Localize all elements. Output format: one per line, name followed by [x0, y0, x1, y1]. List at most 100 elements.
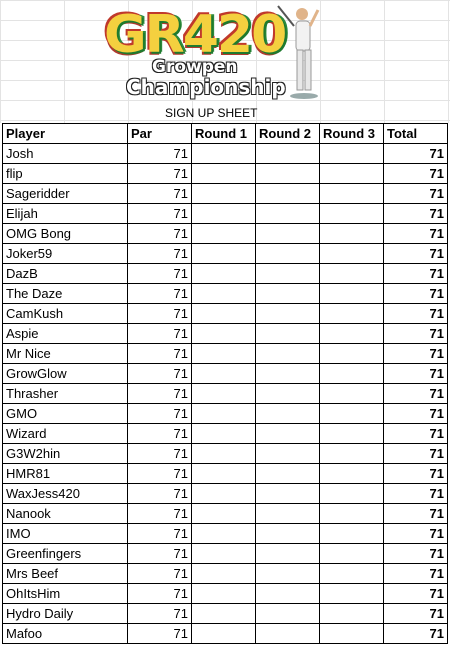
round-1-cell[interactable] — [191, 223, 256, 244]
round-3-cell[interactable] — [319, 583, 384, 604]
total-cell[interactable]: 71 — [383, 523, 448, 544]
total-cell[interactable]: 71 — [383, 183, 448, 204]
round-3-cell[interactable] — [319, 463, 384, 484]
round-3-cell[interactable] — [319, 243, 384, 264]
round-3-cell[interactable] — [319, 323, 384, 344]
player-cell[interactable]: G3W2hin — [2, 443, 128, 464]
round-2-cell[interactable] — [255, 543, 320, 564]
total-cell[interactable]: 71 — [383, 603, 448, 624]
par-cell[interactable]: 71 — [127, 543, 192, 564]
par-cell[interactable]: 71 — [127, 623, 192, 644]
par-cell[interactable]: 71 — [127, 223, 192, 244]
total-cell[interactable]: 71 — [383, 323, 448, 344]
player-cell[interactable]: OhItsHim — [2, 583, 128, 604]
round-1-cell[interactable] — [191, 323, 256, 344]
round-1-cell[interactable] — [191, 543, 256, 564]
par-cell[interactable]: 71 — [127, 323, 192, 344]
round-2-cell[interactable] — [255, 323, 320, 344]
round-1-cell[interactable] — [191, 183, 256, 204]
round-2-cell[interactable] — [255, 443, 320, 464]
total-cell[interactable]: 71 — [383, 203, 448, 224]
round-2-cell[interactable] — [255, 343, 320, 364]
round-3-cell[interactable] — [319, 363, 384, 384]
round-1-cell[interactable] — [191, 583, 256, 604]
total-cell[interactable]: 71 — [383, 343, 448, 364]
player-cell[interactable]: GMO — [2, 403, 128, 424]
player-cell[interactable]: OMG Bong — [2, 223, 128, 244]
round-3-cell[interactable] — [319, 163, 384, 184]
par-cell[interactable]: 71 — [127, 403, 192, 424]
round-1-cell[interactable] — [191, 603, 256, 624]
round-2-cell[interactable] — [255, 563, 320, 584]
player-cell[interactable]: Thrasher — [2, 383, 128, 404]
round-1-cell[interactable] — [191, 203, 256, 224]
par-cell[interactable]: 71 — [127, 423, 192, 444]
round-1-cell[interactable] — [191, 283, 256, 304]
round-3-cell[interactable] — [319, 183, 384, 204]
round-1-cell[interactable] — [191, 523, 256, 544]
player-cell[interactable]: Elijah — [2, 203, 128, 224]
round-1-cell[interactable] — [191, 343, 256, 364]
total-cell[interactable]: 71 — [383, 283, 448, 304]
par-cell[interactable]: 71 — [127, 603, 192, 624]
round-1-cell[interactable] — [191, 163, 256, 184]
player-cell[interactable]: CamKush — [2, 303, 128, 324]
par-cell[interactable]: 71 — [127, 263, 192, 284]
round-2-cell[interactable] — [255, 423, 320, 444]
player-cell[interactable]: The Daze — [2, 283, 128, 304]
round-3-cell[interactable] — [319, 263, 384, 284]
round-1-cell[interactable] — [191, 423, 256, 444]
total-cell[interactable]: 71 — [383, 583, 448, 604]
round-2-cell[interactable] — [255, 183, 320, 204]
par-cell[interactable]: 71 — [127, 163, 192, 184]
round-1-cell[interactable] — [191, 483, 256, 504]
round-2-cell[interactable] — [255, 523, 320, 544]
round-3-cell[interactable] — [319, 143, 384, 164]
total-cell[interactable]: 71 — [383, 483, 448, 504]
round-2-cell[interactable] — [255, 403, 320, 424]
total-cell[interactable]: 71 — [383, 163, 448, 184]
total-cell[interactable]: 71 — [383, 543, 448, 564]
round-3-cell[interactable] — [319, 403, 384, 424]
player-cell[interactable]: Wizard — [2, 423, 128, 444]
round-2-cell[interactable] — [255, 163, 320, 184]
round-3-cell[interactable] — [319, 223, 384, 244]
round-3-cell[interactable] — [319, 623, 384, 644]
column-header-round-3[interactable]: Round 3 — [319, 123, 384, 144]
par-cell[interactable]: 71 — [127, 583, 192, 604]
total-cell[interactable]: 71 — [383, 503, 448, 524]
round-2-cell[interactable] — [255, 243, 320, 264]
par-cell[interactable]: 71 — [127, 243, 192, 264]
total-cell[interactable]: 71 — [383, 563, 448, 584]
column-header-round-2[interactable]: Round 2 — [255, 123, 320, 144]
total-cell[interactable]: 71 — [383, 363, 448, 384]
round-1-cell[interactable] — [191, 263, 256, 284]
round-3-cell[interactable] — [319, 563, 384, 584]
round-1-cell[interactable] — [191, 403, 256, 424]
round-3-cell[interactable] — [319, 603, 384, 624]
round-2-cell[interactable] — [255, 143, 320, 164]
player-cell[interactable]: IMO — [2, 523, 128, 544]
total-cell[interactable]: 71 — [383, 223, 448, 244]
round-2-cell[interactable] — [255, 603, 320, 624]
column-header-par[interactable]: Par — [127, 123, 192, 144]
total-cell[interactable]: 71 — [383, 303, 448, 324]
player-cell[interactable]: HMR81 — [2, 463, 128, 484]
column-header-round-1[interactable]: Round 1 — [191, 123, 256, 144]
total-cell[interactable]: 71 — [383, 623, 448, 644]
player-cell[interactable]: WaxJess420 — [2, 483, 128, 504]
player-cell[interactable]: DazB — [2, 263, 128, 284]
total-cell[interactable]: 71 — [383, 243, 448, 264]
par-cell[interactable]: 71 — [127, 443, 192, 464]
total-cell[interactable]: 71 — [383, 263, 448, 284]
round-3-cell[interactable] — [319, 383, 384, 404]
round-2-cell[interactable] — [255, 303, 320, 324]
round-2-cell[interactable] — [255, 383, 320, 404]
round-1-cell[interactable] — [191, 623, 256, 644]
total-cell[interactable]: 71 — [383, 383, 448, 404]
round-2-cell[interactable] — [255, 623, 320, 644]
par-cell[interactable]: 71 — [127, 343, 192, 364]
player-cell[interactable]: Greenfingers — [2, 543, 128, 564]
player-cell[interactable]: GrowGlow — [2, 363, 128, 384]
round-1-cell[interactable] — [191, 463, 256, 484]
